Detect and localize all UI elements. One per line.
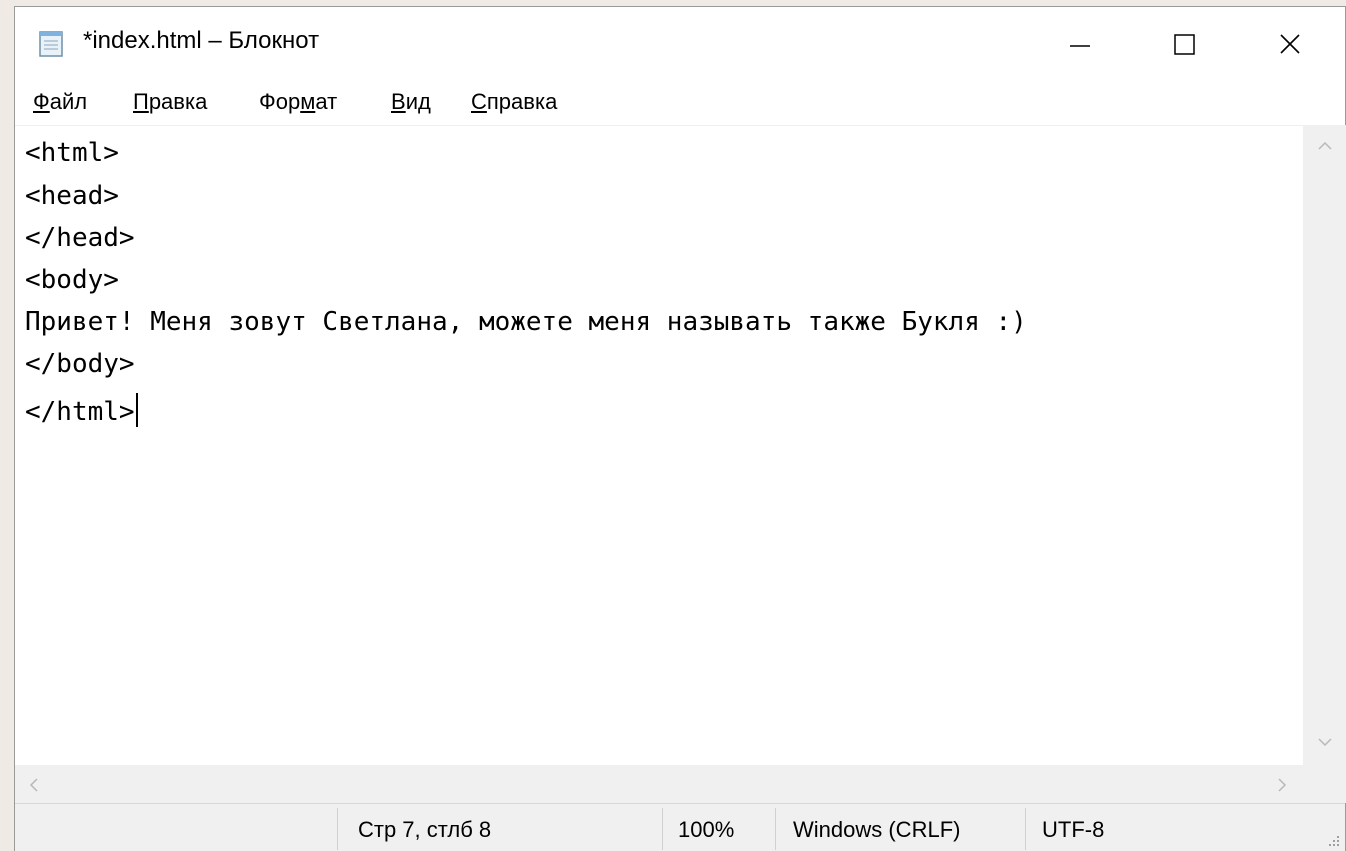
status-zoom: 100% bbox=[678, 817, 735, 842]
editor-line: <body> bbox=[25, 265, 119, 295]
status-separator bbox=[1025, 808, 1026, 850]
scroll-down-icon[interactable] bbox=[1317, 737, 1333, 749]
vertical-scrollbar[interactable] bbox=[1303, 125, 1346, 765]
status-encoding: UTF-8 bbox=[1042, 817, 1105, 842]
notepad-icon bbox=[39, 31, 63, 57]
notepad-window: *index.html – Блокнот Файл Правка Формат… bbox=[14, 6, 1346, 851]
title-bar[interactable]: *index.html – Блокнот bbox=[15, 7, 1345, 81]
maximize-button[interactable] bbox=[1140, 7, 1230, 81]
minimize-icon bbox=[1070, 45, 1090, 47]
editor-line-text: </html> bbox=[25, 397, 135, 427]
status-line-endings: Windows (CRLF) bbox=[793, 817, 961, 842]
editor-line: </body> bbox=[25, 349, 135, 379]
status-separator bbox=[662, 808, 663, 850]
status-separator bbox=[337, 808, 338, 850]
scrollbar-corner bbox=[1303, 765, 1346, 803]
close-icon bbox=[1280, 34, 1300, 54]
editor-line: Привет! Меня зовут Светлана, можете меня… bbox=[25, 307, 1027, 337]
menu-edit[interactable]: Правка bbox=[133, 89, 207, 115]
text-caret bbox=[135, 393, 138, 427]
menu-file[interactable]: Файл bbox=[33, 89, 87, 115]
scroll-right-icon[interactable] bbox=[1277, 777, 1289, 793]
menu-help[interactable]: Справка bbox=[471, 89, 557, 115]
editor-line: <html> bbox=[25, 138, 119, 168]
editor-line: </head> bbox=[25, 223, 135, 253]
status-bar: Стр 7, стлб 8 100% Windows (CRLF) UTF-8 bbox=[15, 803, 1345, 851]
resize-grip-icon[interactable] bbox=[1323, 830, 1341, 848]
scroll-up-icon[interactable] bbox=[1317, 139, 1333, 151]
close-button[interactable] bbox=[1245, 7, 1335, 81]
horizontal-scrollbar[interactable] bbox=[15, 765, 1303, 803]
menu-format[interactable]: Формат bbox=[259, 89, 337, 115]
editor-line: <head> bbox=[25, 181, 119, 211]
minimize-button[interactable] bbox=[1035, 7, 1125, 81]
window-title: *index.html – Блокнот bbox=[83, 27, 320, 54]
menu-view[interactable]: Вид bbox=[391, 89, 431, 115]
scroll-left-icon[interactable] bbox=[27, 777, 39, 793]
menu-bar: Файл Правка Формат Вид Справка bbox=[15, 81, 1345, 125]
status-cursor-position: Стр 7, стлб 8 bbox=[358, 817, 492, 842]
maximize-icon bbox=[1174, 34, 1195, 55]
text-editor[interactable]: <html> <head> </head> <body> Привет! Мен… bbox=[15, 125, 1303, 765]
status-separator bbox=[775, 808, 776, 850]
editor-line-last: </html> bbox=[25, 393, 138, 427]
